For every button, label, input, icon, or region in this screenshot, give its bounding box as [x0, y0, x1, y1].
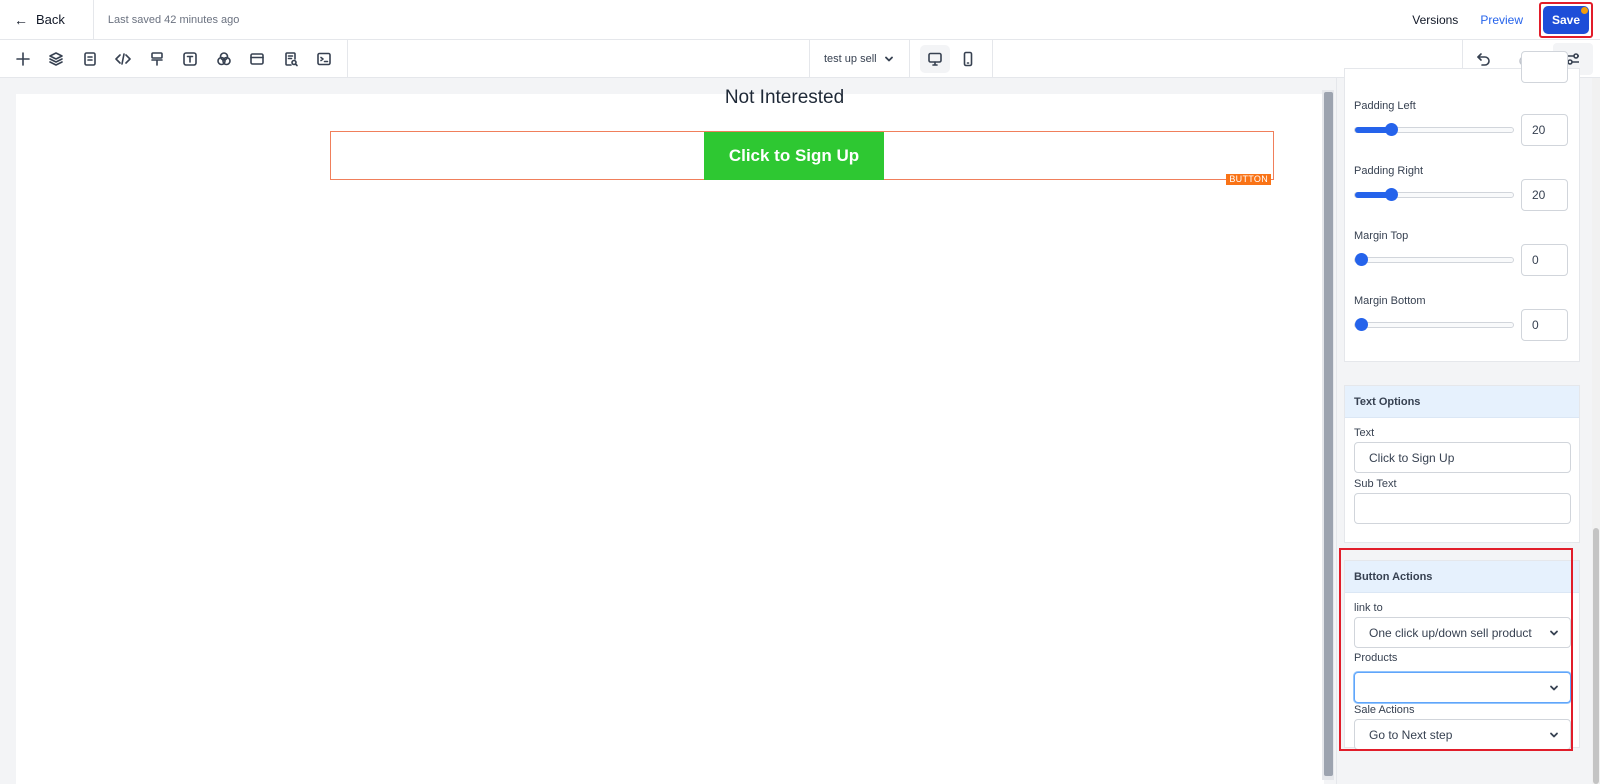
layout-button[interactable]: [241, 40, 275, 78]
canvas-scrollbar-thumb[interactable]: [1324, 92, 1333, 776]
text-options-header[interactable]: Text Options: [1345, 386, 1579, 418]
plus-icon: [15, 52, 30, 66]
sale-actions-value: Go to Next step: [1369, 727, 1453, 742]
subtext-input[interactable]: [1354, 493, 1571, 524]
padding-right-slider[interactable]: [1354, 188, 1514, 201]
tool-group: [6, 40, 341, 78]
padding-right-slider-knob[interactable]: [1385, 188, 1398, 201]
layers-button[interactable]: [40, 40, 74, 78]
text-label: Text: [1354, 427, 1375, 439]
button-text-input[interactable]: Click to Sign Up: [1354, 442, 1571, 473]
settings-panel: Padding Left 20 Padding Right 20 Margin …: [1336, 51, 1600, 784]
back-label: Back: [36, 12, 65, 27]
page-selector[interactable]: test up sell: [809, 40, 909, 78]
terminal-icon: [317, 52, 332, 66]
margin-top-slider[interactable]: [1354, 253, 1514, 266]
style-button[interactable]: [140, 40, 174, 78]
page-name: test up sell: [824, 53, 877, 65]
pages-button[interactable]: [73, 40, 107, 78]
text-icon: [183, 52, 198, 66]
preview-link[interactable]: Preview: [1480, 13, 1523, 27]
sale-actions-select[interactable]: Go to Next step: [1354, 719, 1571, 750]
save-highlight: Save: [1539, 2, 1593, 38]
top-bar: ← Back Last saved 42 minutes ago Version…: [0, 0, 1600, 40]
padding-right-input[interactable]: 20: [1521, 179, 1568, 211]
cta-button[interactable]: Click to Sign Up: [704, 132, 884, 180]
margin-bottom-slider[interactable]: [1354, 318, 1514, 331]
link-to-value: One click up/down sell product: [1369, 625, 1532, 640]
mobile-icon: [963, 51, 973, 67]
chevron-down-icon: [1548, 682, 1560, 697]
layout-icon: [250, 53, 265, 65]
sale-actions-label: Sale Actions: [1354, 704, 1415, 716]
padding-left-label: Padding Left: [1354, 100, 1416, 112]
products-select[interactable]: [1354, 672, 1571, 703]
last-saved-status: Last saved 42 minutes ago: [107, 13, 240, 26]
layers-icon: [49, 52, 64, 66]
seo-button[interactable]: [274, 40, 308, 78]
margin-bottom-slider-knob[interactable]: [1355, 318, 1368, 331]
color-circles-icon: [216, 52, 231, 66]
padding-left-input[interactable]: 20: [1521, 114, 1568, 146]
subtext-label: Sub Text: [1354, 478, 1397, 490]
chevron-down-icon: [1548, 627, 1560, 642]
page-canvas[interactable]: Click to Sign Up BUTTON: [16, 94, 1324, 784]
colors-button[interactable]: [207, 40, 241, 78]
page-icon: [83, 52, 96, 66]
top-actions: Versions Preview Save: [1412, 0, 1600, 40]
margin-top-input[interactable]: 0: [1521, 244, 1568, 276]
device-switcher: [909, 40, 993, 78]
code-icon: [115, 53, 132, 65]
paint-roller-icon: [150, 52, 163, 66]
button-actions-header[interactable]: Button Actions: [1345, 561, 1579, 593]
selected-element-outline[interactable]: Click to Sign Up BUTTON: [330, 131, 1274, 185]
padding-left-slider[interactable]: [1354, 123, 1514, 136]
code-button[interactable]: [107, 40, 141, 78]
unsaved-indicator-dot: [1581, 7, 1588, 14]
search-document-icon: [284, 52, 298, 67]
tracking-code-button[interactable]: [308, 40, 342, 78]
panel-scrollbar-thumb[interactable]: [1593, 528, 1599, 784]
typography-button[interactable]: [174, 40, 208, 78]
undo-icon[interactable]: [1476, 51, 1492, 67]
products-label: Products: [1354, 652, 1398, 664]
desktop-view-button[interactable]: [920, 45, 950, 73]
chevron-down-icon: [883, 53, 895, 68]
element-type-tag: BUTTON: [1226, 174, 1271, 185]
toolbar-divider: [347, 40, 348, 78]
not-interested-link[interactable]: Not Interested: [0, 87, 1569, 109]
margin-top-label: Margin Top: [1354, 230, 1409, 242]
back-button[interactable]: ← Back: [0, 0, 94, 40]
padding-left-slider-knob[interactable]: [1385, 123, 1398, 136]
previous-value-input[interactable]: [1521, 51, 1568, 83]
versions-link[interactable]: Versions: [1412, 13, 1458, 27]
chevron-down-icon: [1548, 729, 1560, 744]
padding-right-label: Padding Right: [1354, 165, 1424, 177]
button-actions-card: Button Actions link to One click up/down…: [1344, 560, 1580, 750]
canvas-area: Click to Sign Up BUTTON: [0, 78, 1336, 784]
arrow-left-icon: ←: [14, 11, 28, 28]
link-to-label: link to: [1354, 602, 1383, 614]
margin-bottom-label: Margin Bottom: [1354, 295, 1426, 307]
text-options-card: Text Options Text Click to Sign Up Sub T…: [1344, 385, 1580, 543]
mobile-view-button[interactable]: [953, 45, 983, 73]
desktop-icon: [928, 52, 942, 66]
spacing-card: Padding Left 20 Padding Right 20 Margin …: [1344, 51, 1580, 362]
add-element-button[interactable]: [6, 40, 40, 78]
link-to-select[interactable]: One click up/down sell product: [1354, 617, 1571, 648]
canvas-scrollbar[interactable]: [1322, 90, 1334, 780]
margin-top-slider-knob[interactable]: [1355, 253, 1368, 266]
panel-scrollbar[interactable]: [1592, 78, 1600, 784]
margin-bottom-input[interactable]: 0: [1521, 309, 1568, 341]
